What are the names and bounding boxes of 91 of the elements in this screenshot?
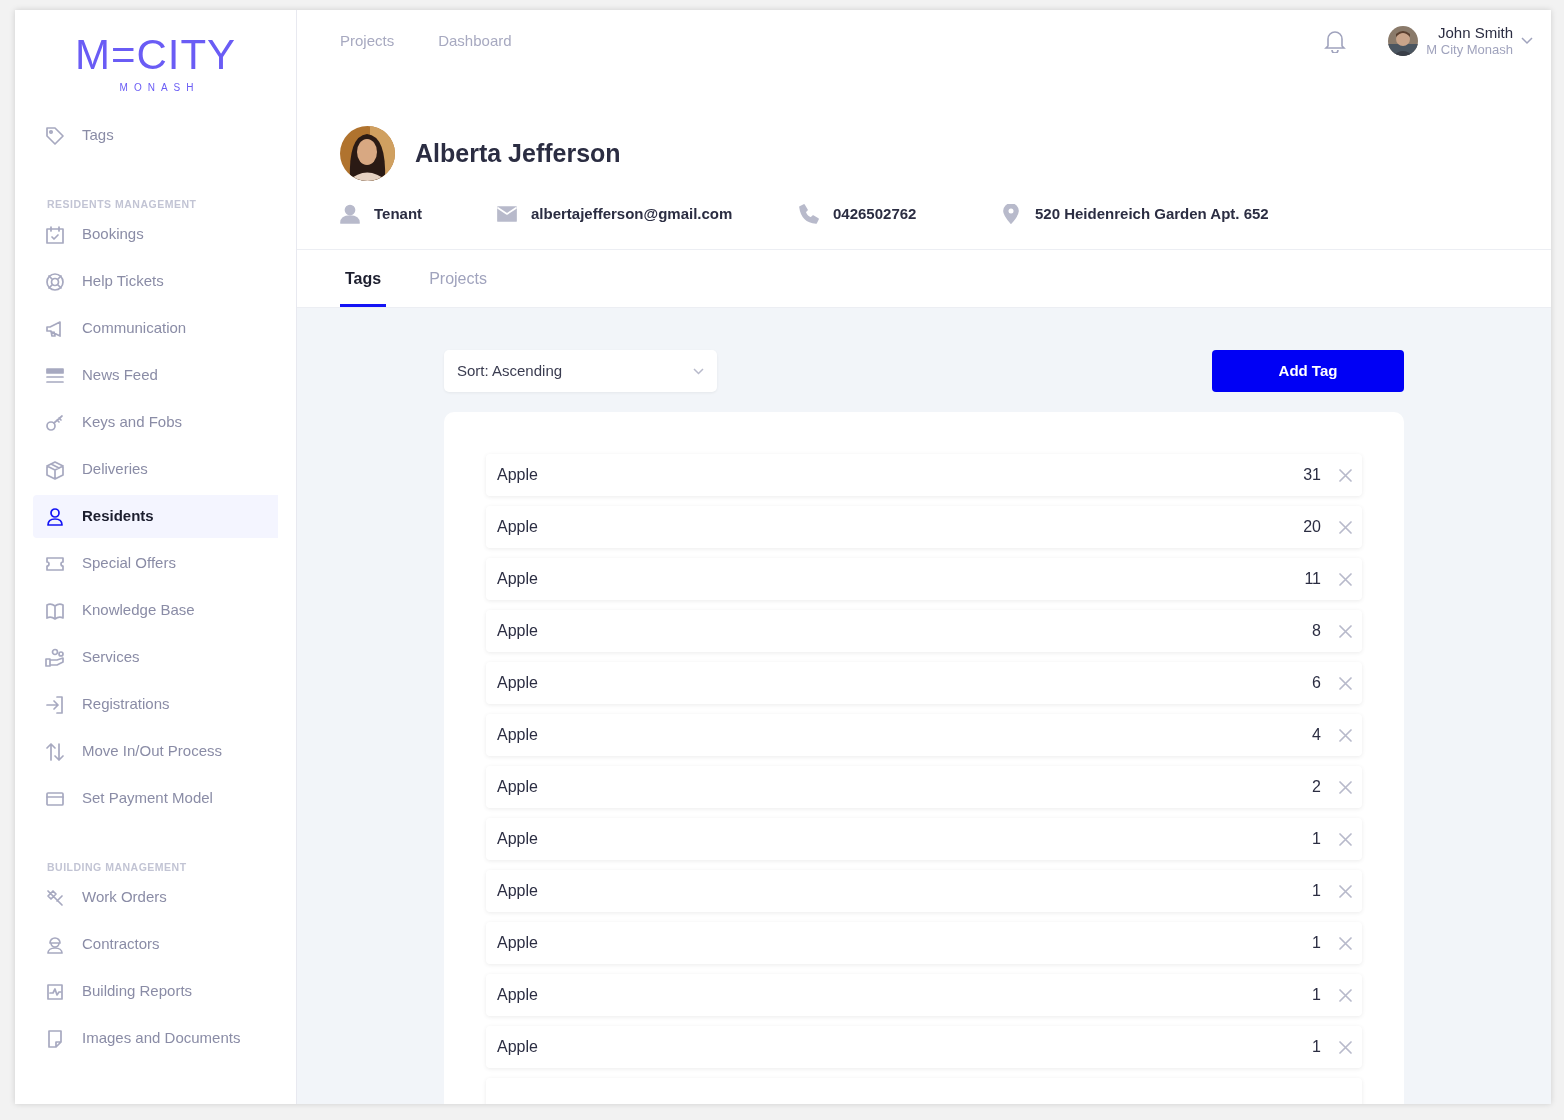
- sidebar-item[interactable]: Communication: [33, 307, 278, 350]
- profile-email: albertajefferson@gmail.com: [531, 204, 733, 224]
- tab[interactable]: Projects: [424, 249, 492, 307]
- tag-name: Apple: [497, 881, 539, 901]
- book-icon: [45, 600, 65, 621]
- lifebuoy-icon: [45, 271, 65, 292]
- sidebar-item[interactable]: Set Payment Model: [33, 777, 278, 820]
- sidebar-item[interactable]: Tags: [33, 114, 278, 157]
- envelope-icon: [497, 204, 517, 225]
- tag-count: 4: [1312, 725, 1321, 745]
- close-icon[interactable]: [1339, 832, 1352, 846]
- key-icon: [45, 412, 65, 433]
- add-tag-button[interactable]: Add Tag: [1212, 350, 1404, 392]
- tag-count: 31: [1303, 465, 1321, 485]
- nav-link[interactable]: Projects: [340, 29, 395, 53]
- logo-subtitle: MONASH: [118, 81, 200, 95]
- tag-icon: [45, 125, 65, 146]
- sidebar-item[interactable]: Building Reports: [33, 970, 278, 1013]
- profile-name: Alberta Jefferson: [415, 137, 621, 169]
- close-icon[interactable]: [1339, 780, 1352, 794]
- sidebar-item[interactable]: Move In/Out Process: [33, 730, 278, 773]
- logo-wordmark: M=CITY: [74, 34, 237, 76]
- tag-count: 1: [1312, 829, 1321, 849]
- tag-count: 8: [1312, 621, 1321, 641]
- phone-icon: [799, 204, 819, 225]
- sidebar-item[interactable]: Residents: [33, 495, 278, 538]
- sign-in-icon: [45, 694, 65, 715]
- tag-name: Apple: [497, 621, 539, 641]
- sort-dropdown[interactable]: Sort: Ascending: [444, 350, 717, 392]
- sidebar-item[interactable]: Contractors: [33, 923, 278, 966]
- close-icon[interactable]: [1339, 988, 1352, 1002]
- tag-count: 2: [1312, 777, 1321, 797]
- tag-count: 11: [1304, 569, 1321, 589]
- sidebar-item[interactable]: Special Offers: [33, 542, 278, 585]
- section-heading: RESIDENTS MANAGEMENT: [47, 198, 197, 210]
- tag-name: Apple: [497, 517, 539, 537]
- tag-name: Apple: [497, 933, 539, 953]
- sidebar-item[interactable]: Work Orders: [33, 876, 278, 919]
- document-icon: [45, 1028, 65, 1049]
- worker-icon: [45, 934, 65, 955]
- tag-name: Apple: [497, 465, 539, 485]
- sidebar-item[interactable]: Registrations: [33, 683, 278, 726]
- tag-count: 1: [1312, 1037, 1321, 1057]
- tag-name: Apple: [497, 1037, 539, 1057]
- chevron-down-icon: [693, 367, 704, 375]
- tag-count: 1: [1312, 933, 1321, 953]
- tag-count: 1: [1312, 881, 1321, 901]
- person-icon: [45, 506, 65, 527]
- user-name: John Smith: [1437, 23, 1513, 43]
- close-icon[interactable]: [1339, 936, 1352, 950]
- tag-name: Apple: [497, 673, 539, 693]
- hand-people-icon: [45, 647, 65, 668]
- close-icon[interactable]: [1339, 520, 1352, 534]
- chevron-down-icon[interactable]: [1521, 37, 1533, 45]
- news-feed-icon: [45, 365, 65, 386]
- notification-bell-icon[interactable]: [1324, 29, 1347, 53]
- sidebar-item[interactable]: Help Tickets: [33, 260, 278, 303]
- close-icon[interactable]: [1339, 1040, 1352, 1054]
- up-down-arrows-icon: [45, 741, 65, 762]
- user-organization: M City Monash: [1426, 42, 1513, 59]
- tag-count: 1: [1312, 985, 1321, 1005]
- tag-name: Apple: [497, 777, 539, 797]
- profile-address: 520 Heidenreich Garden Apt. 652: [1035, 204, 1269, 224]
- location-pin-icon: [1001, 204, 1021, 225]
- profile-phone: 0426502762: [833, 204, 917, 224]
- close-icon[interactable]: [1339, 728, 1352, 742]
- sidebar-item[interactable]: Images and Documents: [33, 1017, 278, 1060]
- sidebar-item[interactable]: Keys and Fobs: [33, 401, 278, 444]
- profile-role: Tenant: [374, 204, 423, 224]
- tag-name: Apple: [497, 829, 539, 849]
- sidebar-item[interactable]: Knowledge Base: [33, 589, 278, 632]
- section-heading: BUILDING MANAGEMENT: [47, 861, 187, 873]
- close-icon[interactable]: [1339, 468, 1352, 482]
- close-icon[interactable]: [1339, 624, 1352, 638]
- close-icon[interactable]: [1339, 676, 1352, 690]
- chart-icon: [45, 981, 65, 1002]
- sidebar-item[interactable]: News Feed: [33, 354, 278, 397]
- calendar-icon: [45, 224, 65, 245]
- sidebar-item[interactable]: Bookings: [33, 213, 278, 256]
- tag-name: Apple: [497, 725, 539, 745]
- tag-count: 6: [1312, 673, 1321, 693]
- tag-name: Apple: [497, 985, 539, 1005]
- tag-count: 20: [1303, 517, 1321, 537]
- nav-link[interactable]: Dashboard: [438, 29, 512, 53]
- sidebar-item[interactable]: Services: [33, 636, 278, 679]
- box-icon: [45, 459, 65, 480]
- close-icon[interactable]: [1339, 884, 1352, 898]
- person-icon: [340, 204, 360, 225]
- tag-name: Apple: [497, 569, 539, 589]
- close-icon[interactable]: [1339, 572, 1352, 586]
- sidebar-item[interactable]: Deliveries: [33, 448, 278, 491]
